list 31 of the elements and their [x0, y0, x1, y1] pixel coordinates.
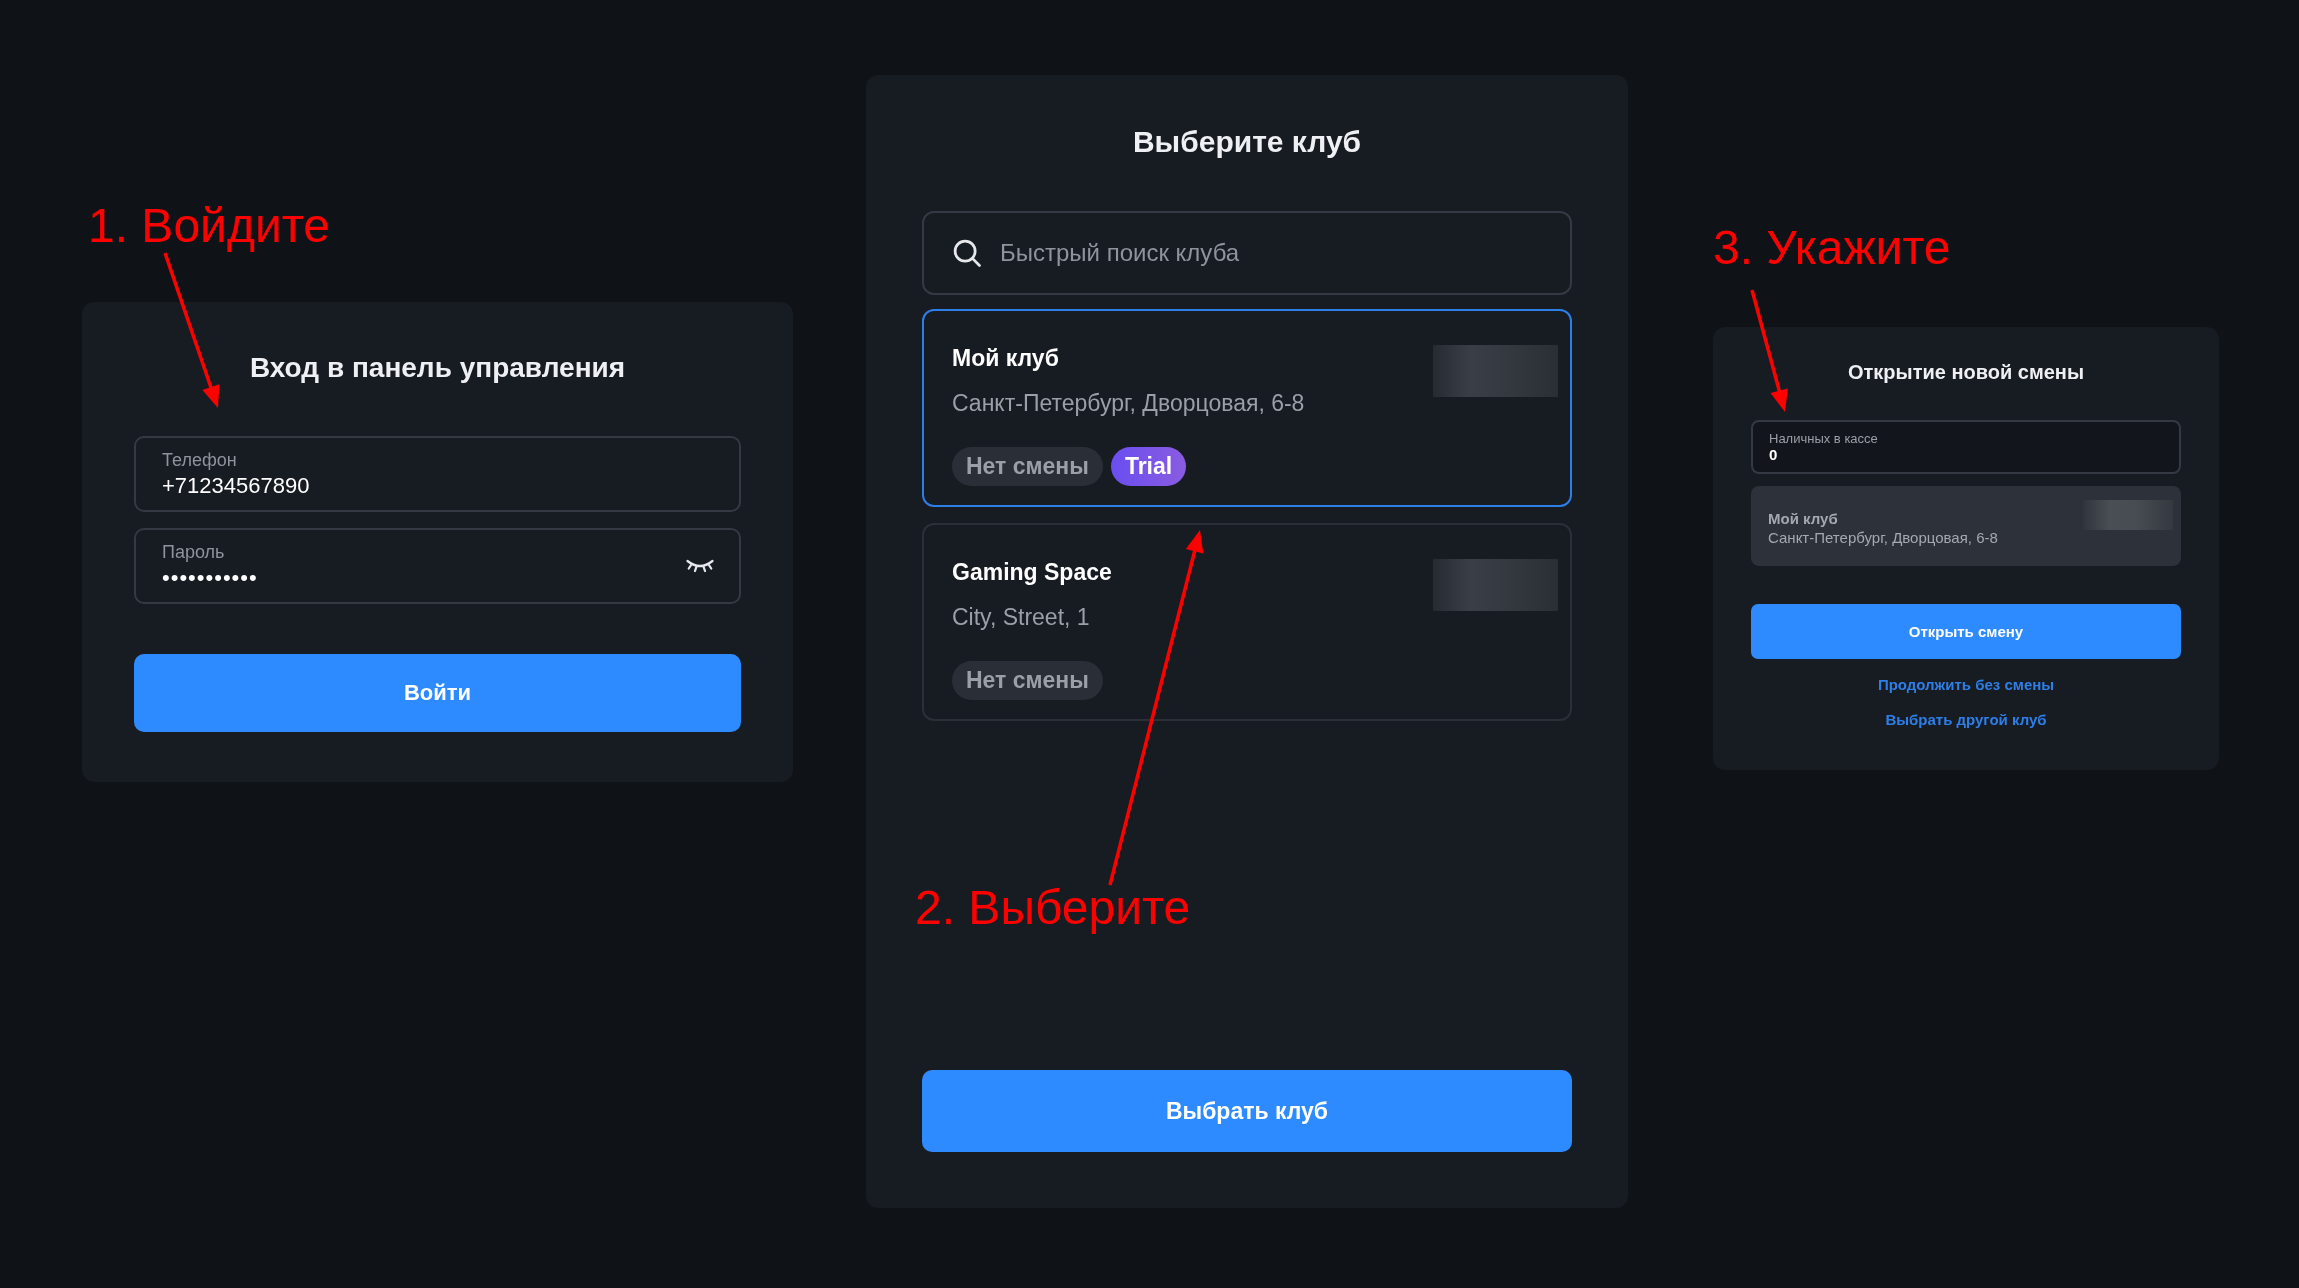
panel-title: Открытие новой смены [1847, 361, 2085, 384]
field-label: Пароль [162, 541, 226, 563]
annotation-text: 3. Укажите [1713, 222, 1951, 275]
club-name: Мой клуб [1768, 510, 1839, 527]
panel-title: Выберите клуб [1131, 125, 1363, 159]
tag: Нет смены [952, 661, 1103, 700]
field-label: Наличных в кассе [1769, 431, 1879, 446]
club-name: Gaming Space [952, 559, 1112, 586]
tag: Trial [1110, 447, 1187, 486]
tag: Нет смены [952, 447, 1103, 486]
annotation-text: 1. Войдите [88, 200, 330, 253]
closed-eye-icon[interactable] [685, 557, 715, 575]
club-card[interactable]: Gaming Space City, Street, 1 Нет смены [922, 523, 1572, 721]
input-field[interactable]: Пароль ••••••••••• [134, 528, 741, 604]
search-icon [952, 238, 982, 268]
club-address: Санкт-Петербург, Дворцовая, 6-8 [952, 390, 1305, 417]
club-address: Санкт-Петербург, Дворцовая, 6-8 [1768, 529, 1998, 546]
search-field[interactable]: Быстрый поиск клуба [922, 211, 1572, 295]
field-value: ••••••••••• [162, 564, 259, 591]
annotation-text: 2. Выберите [915, 882, 1191, 935]
input-field[interactable]: Телефон +71234567890 [134, 436, 741, 512]
link[interactable]: Продолжить без смены [1877, 676, 2055, 693]
link[interactable]: Выбрать другой клуб [1885, 711, 2047, 728]
field-label: Телефон [162, 449, 238, 471]
field-value: 0 [1769, 446, 1779, 463]
club-card[interactable]: Мой клуб Санкт-Петербург, Дворцовая, 6-8 Нет смены Trial [922, 309, 1572, 507]
club-address: City, Street, 1 [952, 604, 1091, 631]
input-field[interactable]: Наличных в кассе 0 [1751, 420, 2181, 474]
panel-title: Вход в панель управления [248, 352, 627, 384]
club-name: Мой клуб [952, 345, 1060, 372]
field-value: +71234567890 [162, 472, 311, 499]
